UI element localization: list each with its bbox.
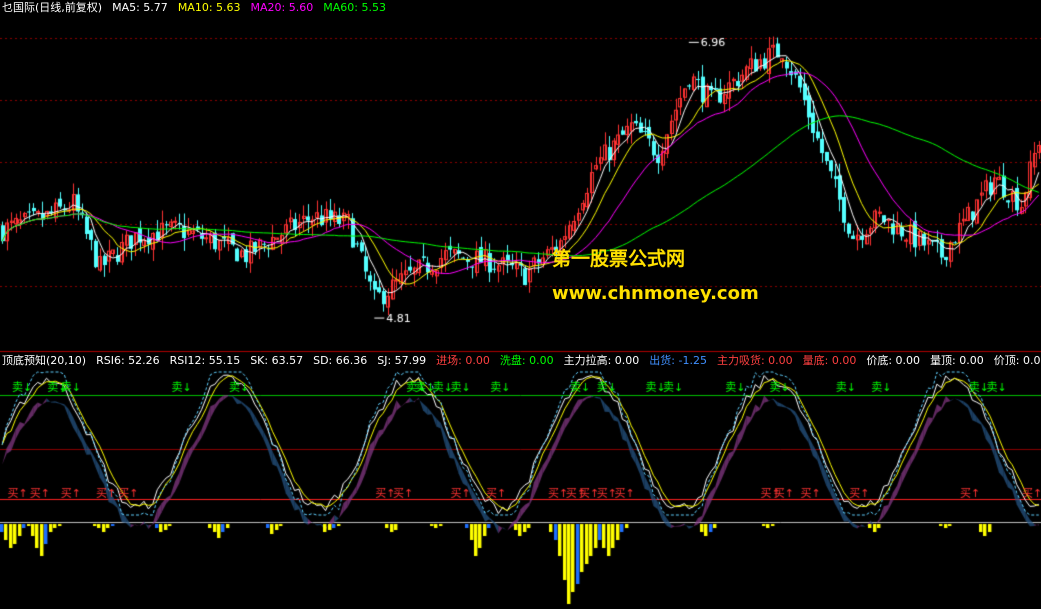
indicator-legend-item: SD: 66.36 bbox=[313, 354, 368, 367]
indicator-legend-item: 主力拉高: 0.00 bbox=[563, 354, 640, 367]
indicator-title: 顶底预知(20,10) bbox=[2, 354, 87, 367]
indicator-legend-item: RSI12: 55.15 bbox=[169, 354, 241, 367]
indicator-legend-item: SJ: 57.99 bbox=[377, 354, 427, 367]
indicator-legend-item: 出货: -1.25 bbox=[649, 354, 707, 367]
ma60-legend: MA60: 5.53 bbox=[323, 1, 386, 14]
indicator-legend-item: 主力吸货: 0.00 bbox=[716, 354, 793, 367]
main-chart-title: 乜国际(日线,前复权) bbox=[2, 1, 103, 14]
indicator-legend-item: SK: 63.57 bbox=[250, 354, 304, 367]
watermark-url: www.chnmoney.com bbox=[552, 283, 759, 304]
indicator-legend-item: 价底: 0.00 bbox=[866, 354, 921, 367]
ma5-legend: MA5: 5.77 bbox=[112, 1, 168, 14]
indicator-legend-item: 量底: 0.00 bbox=[802, 354, 857, 367]
indicator-header: 顶底预知(20,10) RSI6: 52.26 RSI12: 55.15 SK:… bbox=[2, 353, 1041, 369]
indicator-legend-item: 进场: 0.00 bbox=[436, 354, 490, 367]
watermark-title: 第一股票公式网 bbox=[552, 248, 686, 270]
chart-canvas bbox=[0, 0, 1041, 609]
indicator-legend-item: 价顶: 0.00 bbox=[993, 354, 1041, 367]
indicator-legend-item: 量顶: 0.00 bbox=[930, 354, 984, 367]
indicator-legend-item: RSI6: 52.26 bbox=[96, 354, 160, 367]
ma20-legend: MA20: 5.60 bbox=[250, 1, 314, 14]
indicator-legend-item: 洗盘: 0.00 bbox=[499, 354, 554, 367]
main-chart-header: 乜国际(日线,前复权) MA5: 5.77 MA10: 5.63 MA20: 5… bbox=[2, 0, 386, 16]
ma10-legend: MA10: 5.63 bbox=[177, 1, 241, 14]
